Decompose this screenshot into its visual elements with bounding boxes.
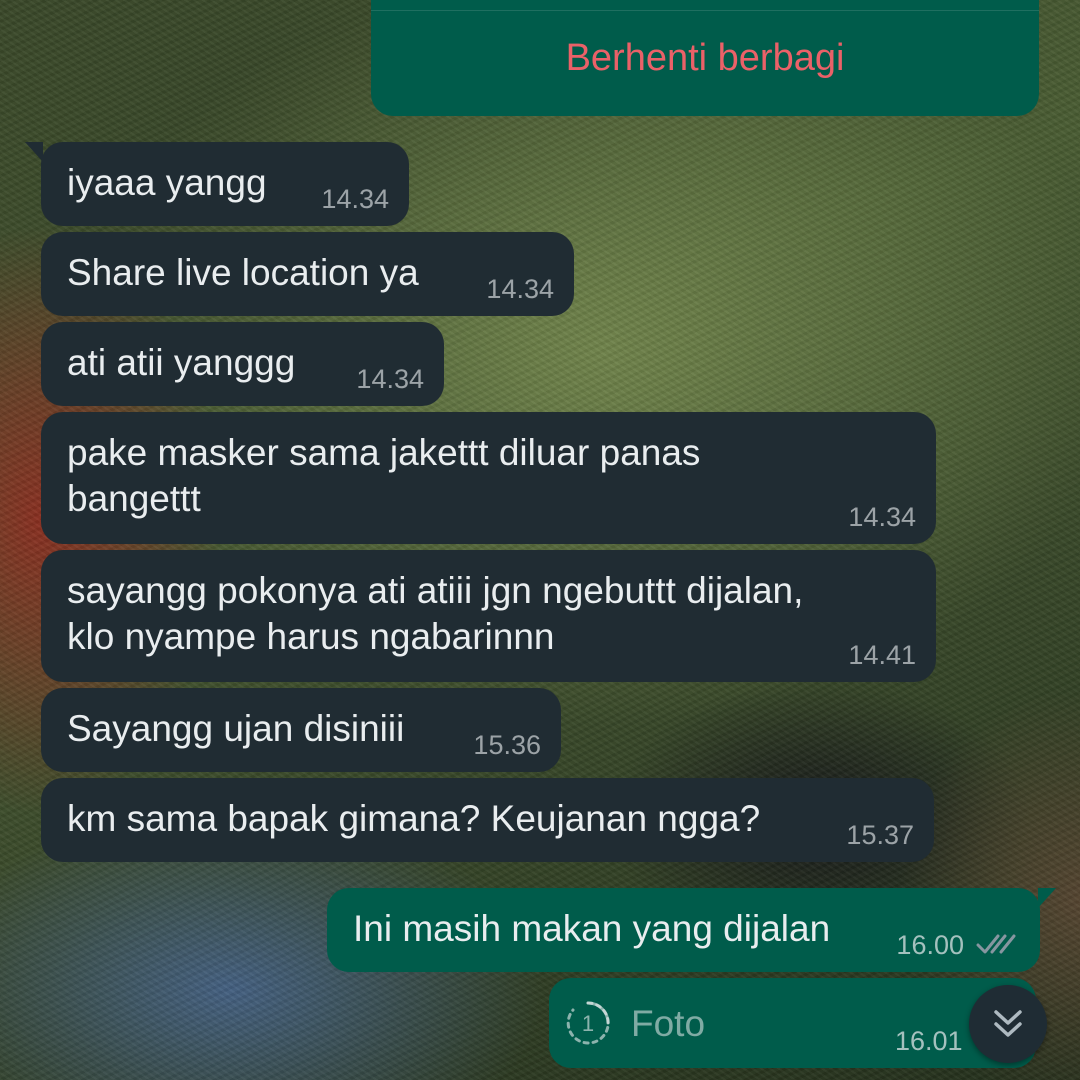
message-text: sayangg pokonya ati atiii jgn ngebuttt d… (67, 570, 804, 657)
double-chevron-down-icon (994, 1010, 1022, 1037)
message-time: 14.34 (321, 184, 389, 214)
card-divider (371, 10, 1039, 11)
scroll-to-bottom-button[interactable] (969, 985, 1047, 1063)
message-time: 15.37 (846, 820, 914, 850)
message-time: 14.34 (486, 274, 554, 304)
stop-sharing-button[interactable]: Berhenti berbagi (371, 20, 1039, 96)
message-time: 16.01 (895, 1026, 963, 1056)
message-time: 14.34 (848, 502, 916, 532)
message-bubble[interactable]: km sama bapak gimana? Keujanan ngga? 15.… (41, 778, 934, 862)
message-time: 14.34 (356, 364, 424, 394)
message-bubble[interactable]: sayangg pokonya ati atiii jgn ngebuttt d… (41, 550, 936, 682)
message-bubble[interactable]: iyaaa yangg 14.34 (25, 142, 409, 226)
message-bubble[interactable]: ati atii yanggg 14.34 (41, 322, 444, 406)
message-bubble-outgoing[interactable]: Ini masih makan yang dijalan 16.00 (327, 888, 1056, 972)
message-text: pake masker sama jakettt diluar panas ba… (67, 432, 701, 519)
message-time: 14.41 (848, 640, 916, 670)
message-text: Share live location ya (67, 252, 419, 293)
photo-message-bubble[interactable]: 1 Foto 16.01 (549, 978, 1036, 1068)
message-bubble[interactable]: Share live location ya 14.34 (41, 232, 574, 316)
message-time: 16.00 (896, 930, 964, 960)
message-time: 15.36 (473, 730, 541, 760)
message-text: Sayangg ujan disiniii (67, 708, 405, 749)
message-bubble[interactable]: Sayangg ujan disiniii 15.36 (41, 688, 561, 772)
photo-label: Foto (631, 1003, 706, 1044)
view-once-icon: 1 (566, 1001, 610, 1045)
message-text: km sama bapak gimana? Keujanan ngga? (67, 798, 761, 839)
read-ticks-icon (976, 934, 1016, 954)
message-bubble[interactable]: pake masker sama jakettt diluar panas ba… (41, 412, 936, 544)
live-location-card: Berhenti berbagi (371, 0, 1039, 116)
svg-text:1: 1 (582, 1011, 594, 1036)
